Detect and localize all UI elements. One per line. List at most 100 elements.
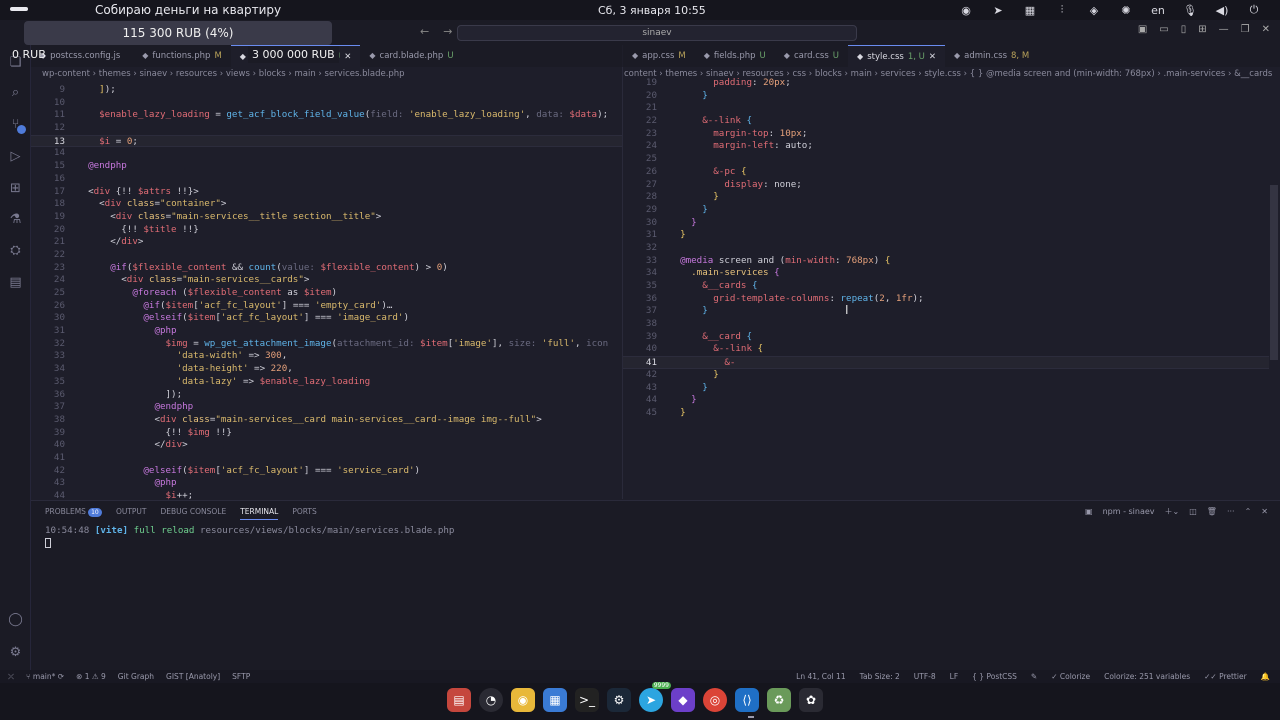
maximize-icon[interactable]: ❐ bbox=[1241, 24, 1250, 35]
code-text[interactable]: &--link { bbox=[669, 343, 763, 356]
eol[interactable]: LF bbox=[950, 670, 959, 683]
code-line[interactable]: 31 } bbox=[623, 229, 1269, 242]
code-text[interactable]: &__card { bbox=[669, 331, 752, 344]
line-number[interactable]: 22 bbox=[31, 249, 65, 262]
code-line[interactable]: 17 <div {!! $attrs !!}> bbox=[31, 186, 622, 199]
line-number[interactable]: 33 bbox=[623, 255, 657, 268]
code-text[interactable]: } bbox=[669, 305, 708, 318]
code-text[interactable]: {!! $title !!} bbox=[77, 224, 198, 237]
sidebar-toggle-icon[interactable]: ▯ bbox=[1181, 24, 1187, 35]
code-line[interactable]: 22 &--link { bbox=[623, 115, 1269, 128]
telegram-icon[interactable]: ➤ 9999 bbox=[639, 682, 671, 712]
code-line[interactable]: 35 'data-lazy' => $enable_lazy_loading bbox=[31, 376, 622, 389]
search-icon[interactable]: ⌕ bbox=[8, 85, 23, 100]
code-text[interactable]: $enable_lazy_loading = get_acf_block_fie… bbox=[77, 109, 608, 122]
line-number[interactable]: 43 bbox=[623, 382, 657, 395]
code-text[interactable]: $img = wp_get_attachment_image(attachmen… bbox=[77, 338, 609, 351]
nav-arrows[interactable]: ← → bbox=[420, 25, 452, 38]
code-text[interactable]: } bbox=[669, 204, 708, 217]
line-number[interactable]: 39 bbox=[31, 427, 65, 440]
code-text[interactable]: 'data-height' => 220, bbox=[77, 363, 293, 376]
layout-icon[interactable]: ▣ bbox=[1138, 24, 1147, 35]
line-number[interactable]: 24 bbox=[31, 274, 65, 287]
right-editor-scrollbar[interactable] bbox=[1270, 185, 1278, 360]
line-number[interactable]: 26 bbox=[623, 166, 657, 179]
line-number[interactable]: 31 bbox=[31, 325, 65, 338]
terminal-name[interactable]: npm - sinaev bbox=[1103, 507, 1155, 516]
close-icon[interactable]: ✕ bbox=[1262, 24, 1270, 35]
code-line[interactable]: 15 @endphp bbox=[31, 160, 622, 173]
terminal-cursor[interactable] bbox=[45, 538, 51, 548]
left-editor[interactable]: 9 ]); 10 11 $enable_lazy_loading = get_acf… bbox=[31, 84, 622, 501]
code-line[interactable]: 19 <div class="main-services__title sect… bbox=[31, 211, 622, 224]
code-text[interactable]: </div> bbox=[77, 439, 187, 452]
line-number[interactable]: 20 bbox=[31, 224, 65, 237]
code-line[interactable]: 11 $enable_lazy_loading = get_acf_block_… bbox=[31, 109, 622, 122]
line-number[interactable]: 32 bbox=[31, 338, 65, 351]
line-number[interactable]: 21 bbox=[31, 236, 65, 249]
code-text[interactable]: margin-top: 10px; bbox=[669, 128, 807, 141]
code-text[interactable]: ]); bbox=[77, 389, 183, 402]
files-icon[interactable]: ▤ bbox=[447, 688, 471, 712]
notifications-icon[interactable]: 🔔 bbox=[1261, 670, 1270, 683]
telegram-icon[interactable]: ➤ bbox=[982, 4, 1014, 17]
code-line[interactable]: 37 } bbox=[623, 305, 1269, 318]
line-number[interactable]: 38 bbox=[623, 318, 657, 331]
code-text[interactable]: @elseif($item['acf_fc_layout'] === 'imag… bbox=[77, 312, 409, 325]
code-text[interactable]: &--link { bbox=[669, 115, 752, 128]
code-line[interactable]: 30 @elseif($item['acf_fc_layout'] === 'i… bbox=[31, 312, 622, 325]
code-text[interactable]: .main-services { bbox=[669, 267, 780, 280]
code-line[interactable]: 40 </div> bbox=[31, 439, 622, 452]
power-icon[interactable]: ⏻ bbox=[1238, 3, 1270, 17]
line-number[interactable]: 42 bbox=[31, 465, 65, 478]
code-text[interactable]: } bbox=[669, 90, 708, 103]
line-number[interactable]: 45 bbox=[623, 407, 657, 420]
remote-icon[interactable]: ⛭ bbox=[8, 243, 23, 258]
right-tab-0[interactable]: ◆ app.css M bbox=[623, 45, 695, 67]
line-number[interactable]: 28 bbox=[623, 191, 657, 204]
code-line[interactable]: 34 .main-services { bbox=[623, 267, 1269, 280]
line-number[interactable]: 22 bbox=[623, 115, 657, 128]
line-number[interactable]: 17 bbox=[31, 186, 65, 199]
tab-size[interactable]: Tab Size: 2 bbox=[860, 670, 900, 683]
line-number[interactable]: 15 bbox=[31, 160, 65, 173]
code-line[interactable]: 37 @endphp bbox=[31, 401, 622, 414]
code-text[interactable]: ]); bbox=[77, 84, 116, 97]
code-line[interactable]: 36 grid-template-columns: repeat(2, 1fr)… bbox=[623, 293, 1269, 306]
close-tab-icon[interactable]: ✕ bbox=[929, 46, 936, 68]
code-text[interactable]: <div class="main-services__card main-ser… bbox=[77, 414, 541, 427]
split-terminal-icon[interactable]: ◫ bbox=[1189, 507, 1197, 516]
kill-terminal-icon[interactable]: 🗑 bbox=[1207, 507, 1217, 516]
line-number[interactable]: 40 bbox=[31, 439, 65, 452]
right-editor[interactable]: 19 padding: 20px; 20 } 21 22 &--link {23 ma… bbox=[623, 77, 1269, 494]
line-number[interactable]: 24 bbox=[623, 140, 657, 153]
mic-icon[interactable]: 🎙 bbox=[1174, 4, 1206, 17]
code-line[interactable]: 18 <div class="container"> bbox=[31, 198, 622, 211]
prettier-button[interactable]: ✓✓ Prettier bbox=[1204, 670, 1247, 683]
line-number[interactable]: 25 bbox=[623, 153, 657, 166]
line-number[interactable]: 35 bbox=[623, 280, 657, 293]
code-line[interactable]: 23 margin-top: 10px; bbox=[623, 128, 1269, 141]
close-tab-icon[interactable]: ✕ bbox=[344, 46, 351, 68]
code-line[interactable]: 26 &-pc { bbox=[623, 166, 1269, 179]
music-icon[interactable]: ◉ bbox=[511, 688, 535, 712]
code-line[interactable]: 41 bbox=[31, 452, 622, 465]
code-line[interactable]: 20 {!! $title !!} bbox=[31, 224, 622, 237]
code-line[interactable]: 24 <div class="main-services__cards"> bbox=[31, 274, 622, 287]
line-number[interactable]: 20 bbox=[623, 90, 657, 103]
line-number[interactable]: 12 bbox=[31, 122, 65, 135]
line-number[interactable]: 14 bbox=[31, 147, 65, 160]
code-line[interactable]: 38 bbox=[623, 318, 1269, 331]
code-text[interactable]: 'data-lazy' => $enable_lazy_loading bbox=[77, 376, 371, 389]
extensions-icon[interactable]: ⊞ bbox=[8, 181, 23, 196]
opera-icon[interactable]: ◉ bbox=[950, 4, 982, 17]
colorize-button[interactable]: ✓ Colorize bbox=[1051, 670, 1090, 683]
code-text[interactable]: @if($flexible_content && count(value: $f… bbox=[77, 262, 448, 275]
code-text[interactable]: @php bbox=[77, 477, 176, 490]
line-number[interactable]: 40 bbox=[623, 343, 657, 356]
code-line[interactable]: 42 @elseif($item['acf_fc_layout'] === 's… bbox=[31, 465, 622, 478]
git-graph-button[interactable]: Git Graph bbox=[118, 670, 154, 683]
code-line[interactable]: 21 </div> bbox=[31, 236, 622, 249]
left-tab-3[interactable]: ◆ card.blade.php U bbox=[360, 45, 462, 67]
left-tab-1[interactable]: ◆ functions.php M bbox=[133, 45, 231, 67]
